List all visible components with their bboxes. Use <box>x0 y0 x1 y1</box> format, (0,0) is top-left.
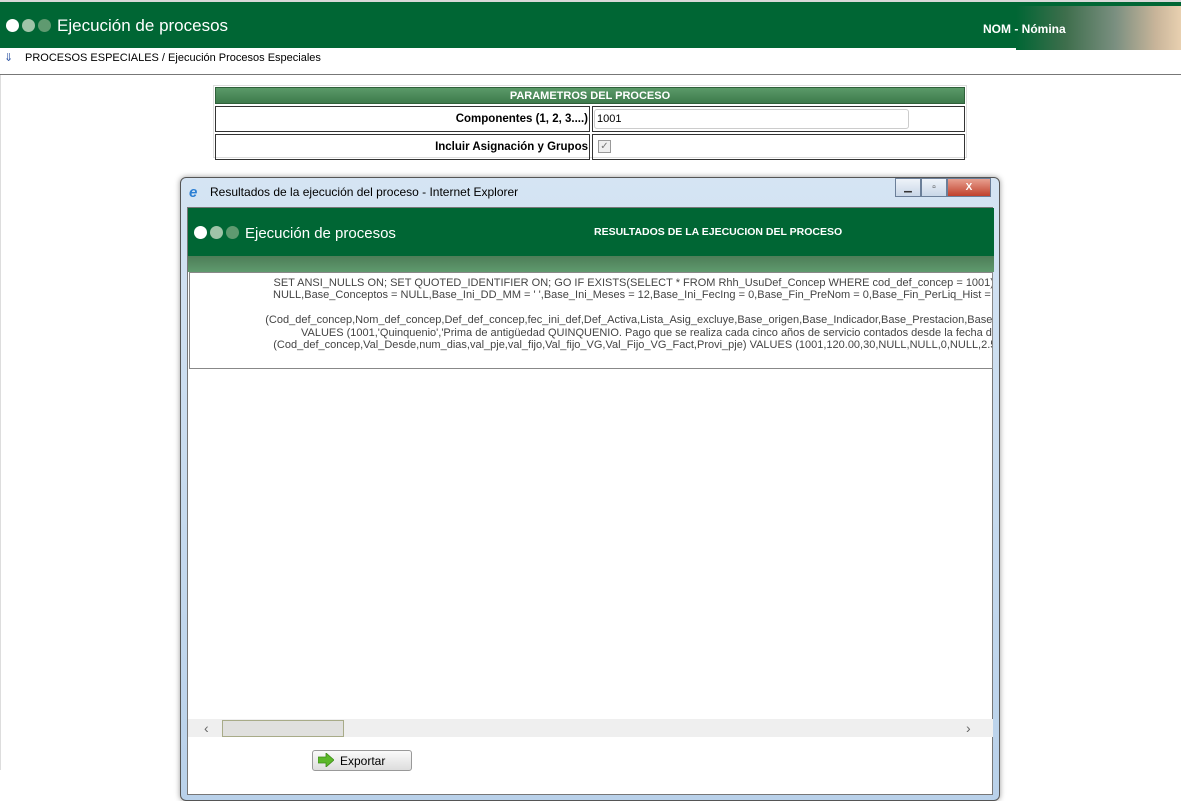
popup-subtitle: RESULTADOS DE LA EJECUCION DEL PROCESO <box>594 226 843 238</box>
output-line: VALUES (1001,'Quinquenio','Prima de anti… <box>300 326 992 339</box>
incluir-label: Incluir Asignación y Grupos <box>215 134 590 160</box>
divider <box>0 74 1181 75</box>
params-table: PARAMETROS DEL PROCESO Componentes (1, 2… <box>213 85 967 160</box>
popup-app-title: Ejecución de procesos <box>245 225 396 242</box>
output-panel: SET ANSI_NULLS ON; SET QUOTED_IDENTIFIER… <box>189 272 993 369</box>
breadcrumb-arrow-icon: ⇓ <box>4 52 14 64</box>
scroll-thumb[interactable] <box>222 720 344 737</box>
incluir-checkbox[interactable]: ✓ <box>598 140 611 153</box>
popup-header: Ejecución de procesos RESULTADOS DE LA E… <box>188 208 994 256</box>
logo-dots-icon <box>194 226 239 239</box>
logo-dots-icon <box>6 19 51 32</box>
module-name: NOM - Nómina <box>983 22 1066 36</box>
app-title: Ejecución de procesos <box>57 16 229 35</box>
componentes-input[interactable] <box>594 109 909 129</box>
output-line: (Cod_def_concep,Val_Desde,num_dias,val_p… <box>273 338 993 351</box>
horizontal-scrollbar[interactable]: ‹ › <box>188 719 993 737</box>
window-title: Resultados de la ejecución del proceso -… <box>210 185 519 199</box>
output-line: (Cod_def_concep,Nom_def_concep,Def_def_c… <box>265 314 993 327</box>
left-border <box>0 75 1 770</box>
output-line: NULL,Base_Conceptos = NULL,Base_Ini_DD_M… <box>273 289 992 302</box>
breadcrumb[interactable]: PROCESOS ESPECIALES / Ejecución Procesos… <box>25 52 321 64</box>
header-strip <box>188 256 994 272</box>
popup-window: e Resultados de la ejecución del proceso… <box>180 177 1000 801</box>
scroll-right-icon[interactable]: › <box>966 719 971 737</box>
scroll-left-icon[interactable]: ‹ <box>204 719 209 737</box>
output-line: SET ANSI_NULLS ON; SET QUOTED_IDENTIFIER… <box>273 277 993 289</box>
export-label: Exportar <box>340 753 386 768</box>
maximize-button[interactable]: ▫ <box>921 178 947 197</box>
export-button[interactable]: Exportar <box>312 750 412 771</box>
close-button[interactable]: X <box>947 178 991 197</box>
ie-icon: e <box>189 184 198 201</box>
arrow-right-icon <box>318 753 334 767</box>
componentes-label: Componentes (1, 2, 3....) <box>215 106 590 132</box>
minimize-button[interactable]: ▁ <box>895 178 921 197</box>
params-heading: PARAMETROS DEL PROCESO <box>215 87 965 104</box>
app-header: Ejecución de procesos NOM - Nómina <box>0 0 1181 50</box>
